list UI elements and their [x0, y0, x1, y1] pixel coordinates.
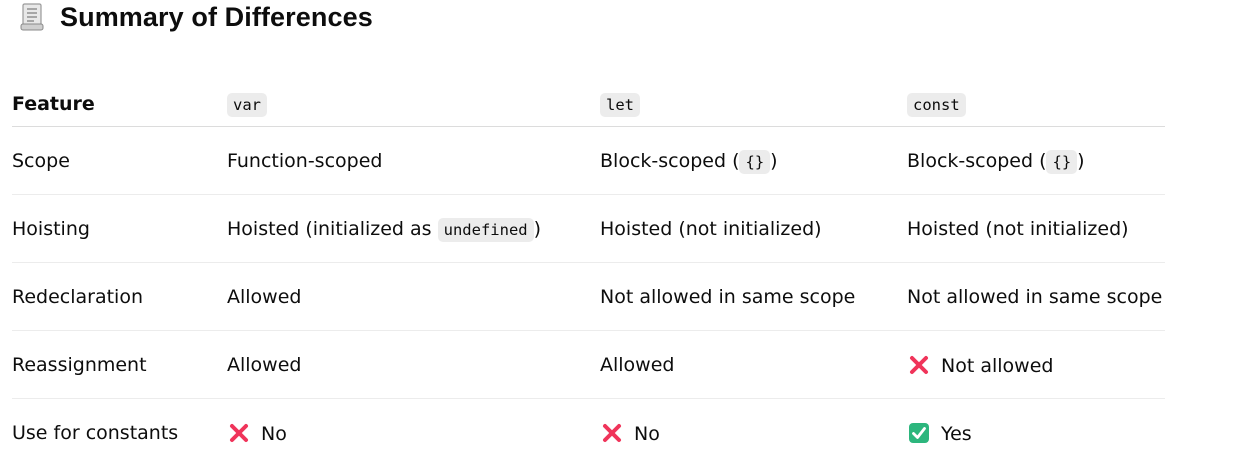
table-row: Use for constants No No Yes: [12, 399, 1165, 467]
cell-text: ): [770, 149, 778, 172]
table-row: Hoisting Hoisted (initialized as undefine…: [12, 194, 1165, 263]
cell-text: Not allowed: [941, 354, 1054, 377]
feature-cell: Redeclaration: [12, 262, 227, 331]
table-header-row: Feature var let const: [12, 81, 1165, 127]
let-cell: Allowed: [600, 330, 907, 399]
const-cell: Not allowed in same scope: [907, 262, 1165, 331]
table-body: Scope Function-scoped Block-scoped ({}) Blo…: [12, 126, 1165, 467]
cell-text: Block-scoped (: [907, 149, 1047, 172]
feature-cell: Use for constants: [12, 421, 179, 444]
header-feature: Feature: [12, 81, 227, 127]
inline-code: {}: [1046, 149, 1078, 174]
cell-text: Hoisted (not initialized): [600, 217, 822, 240]
cell-text: No: [634, 422, 660, 445]
check-mark-icon: [907, 421, 931, 445]
differences-table: Feature var let const Scope Function-scop…: [12, 81, 1165, 466]
let-cell: Block-scoped ({}): [600, 126, 907, 195]
cell-text: Allowed: [600, 353, 675, 376]
cell-text: Allowed: [227, 285, 302, 308]
cross-mark-icon: [907, 353, 931, 377]
header-let: let: [600, 81, 907, 127]
header-const-code: const: [907, 92, 966, 117]
var-cell: Allowed: [227, 262, 600, 331]
inline-code: {}: [739, 149, 771, 174]
cell-text: ): [533, 217, 542, 240]
cell-text: Block-scoped (: [600, 149, 740, 172]
cell-text: Not allowed in same scope: [907, 285, 1163, 308]
var-cell: Function-scoped: [227, 126, 600, 195]
inline-code: undefined: [437, 217, 534, 242]
header-var: var: [227, 81, 600, 127]
header-var-code: var: [227, 92, 267, 117]
const-cell: Yes: [907, 399, 1165, 467]
cross-mark-icon: [227, 421, 251, 445]
const-cell: Block-scoped ({}): [907, 126, 1165, 195]
cell-text: ): [1077, 149, 1085, 172]
cell-text: Not allowed in same scope: [600, 285, 856, 308]
feature-cell: Hoisting: [12, 194, 227, 263]
page-title: Summary of Differences: [60, 1, 373, 32]
cell-text: Hoisted (initialized as: [227, 217, 438, 240]
var-cell: Allowed: [227, 330, 600, 399]
let-cell: Hoisted (not initialized): [600, 194, 907, 263]
const-cell: Not allowed: [907, 330, 1165, 399]
section-heading: Summary of Differences: [20, 0, 373, 34]
cross-mark-icon: [600, 421, 624, 445]
var-cell: Hoisted (initialized as undefined): [227, 194, 600, 263]
receipt-icon: [20, 2, 46, 32]
cell-text: Function-scoped: [227, 149, 383, 172]
cell-text: Yes: [941, 422, 972, 445]
const-cell: Hoisted (not initialized): [907, 194, 1165, 263]
cell-text: No: [261, 422, 287, 445]
feature-cell: Scope: [12, 126, 227, 195]
table-row: Reassignment Allowed Allowed Not allowed: [12, 330, 1165, 399]
table-row: Scope Function-scoped Block-scoped ({}) Blo…: [12, 126, 1165, 195]
header-const: const: [907, 81, 1165, 127]
let-cell: No: [600, 399, 907, 467]
table-row: Redeclaration Allowed Not allowed in same …: [12, 262, 1165, 331]
let-cell: Not allowed in same scope: [600, 262, 907, 331]
header-let-code: let: [600, 92, 640, 117]
var-cell: No: [227, 399, 600, 467]
cell-text: Allowed: [227, 353, 302, 376]
feature-cell: Reassignment: [12, 330, 227, 399]
cell-text: Hoisted (not initialized): [907, 217, 1129, 240]
